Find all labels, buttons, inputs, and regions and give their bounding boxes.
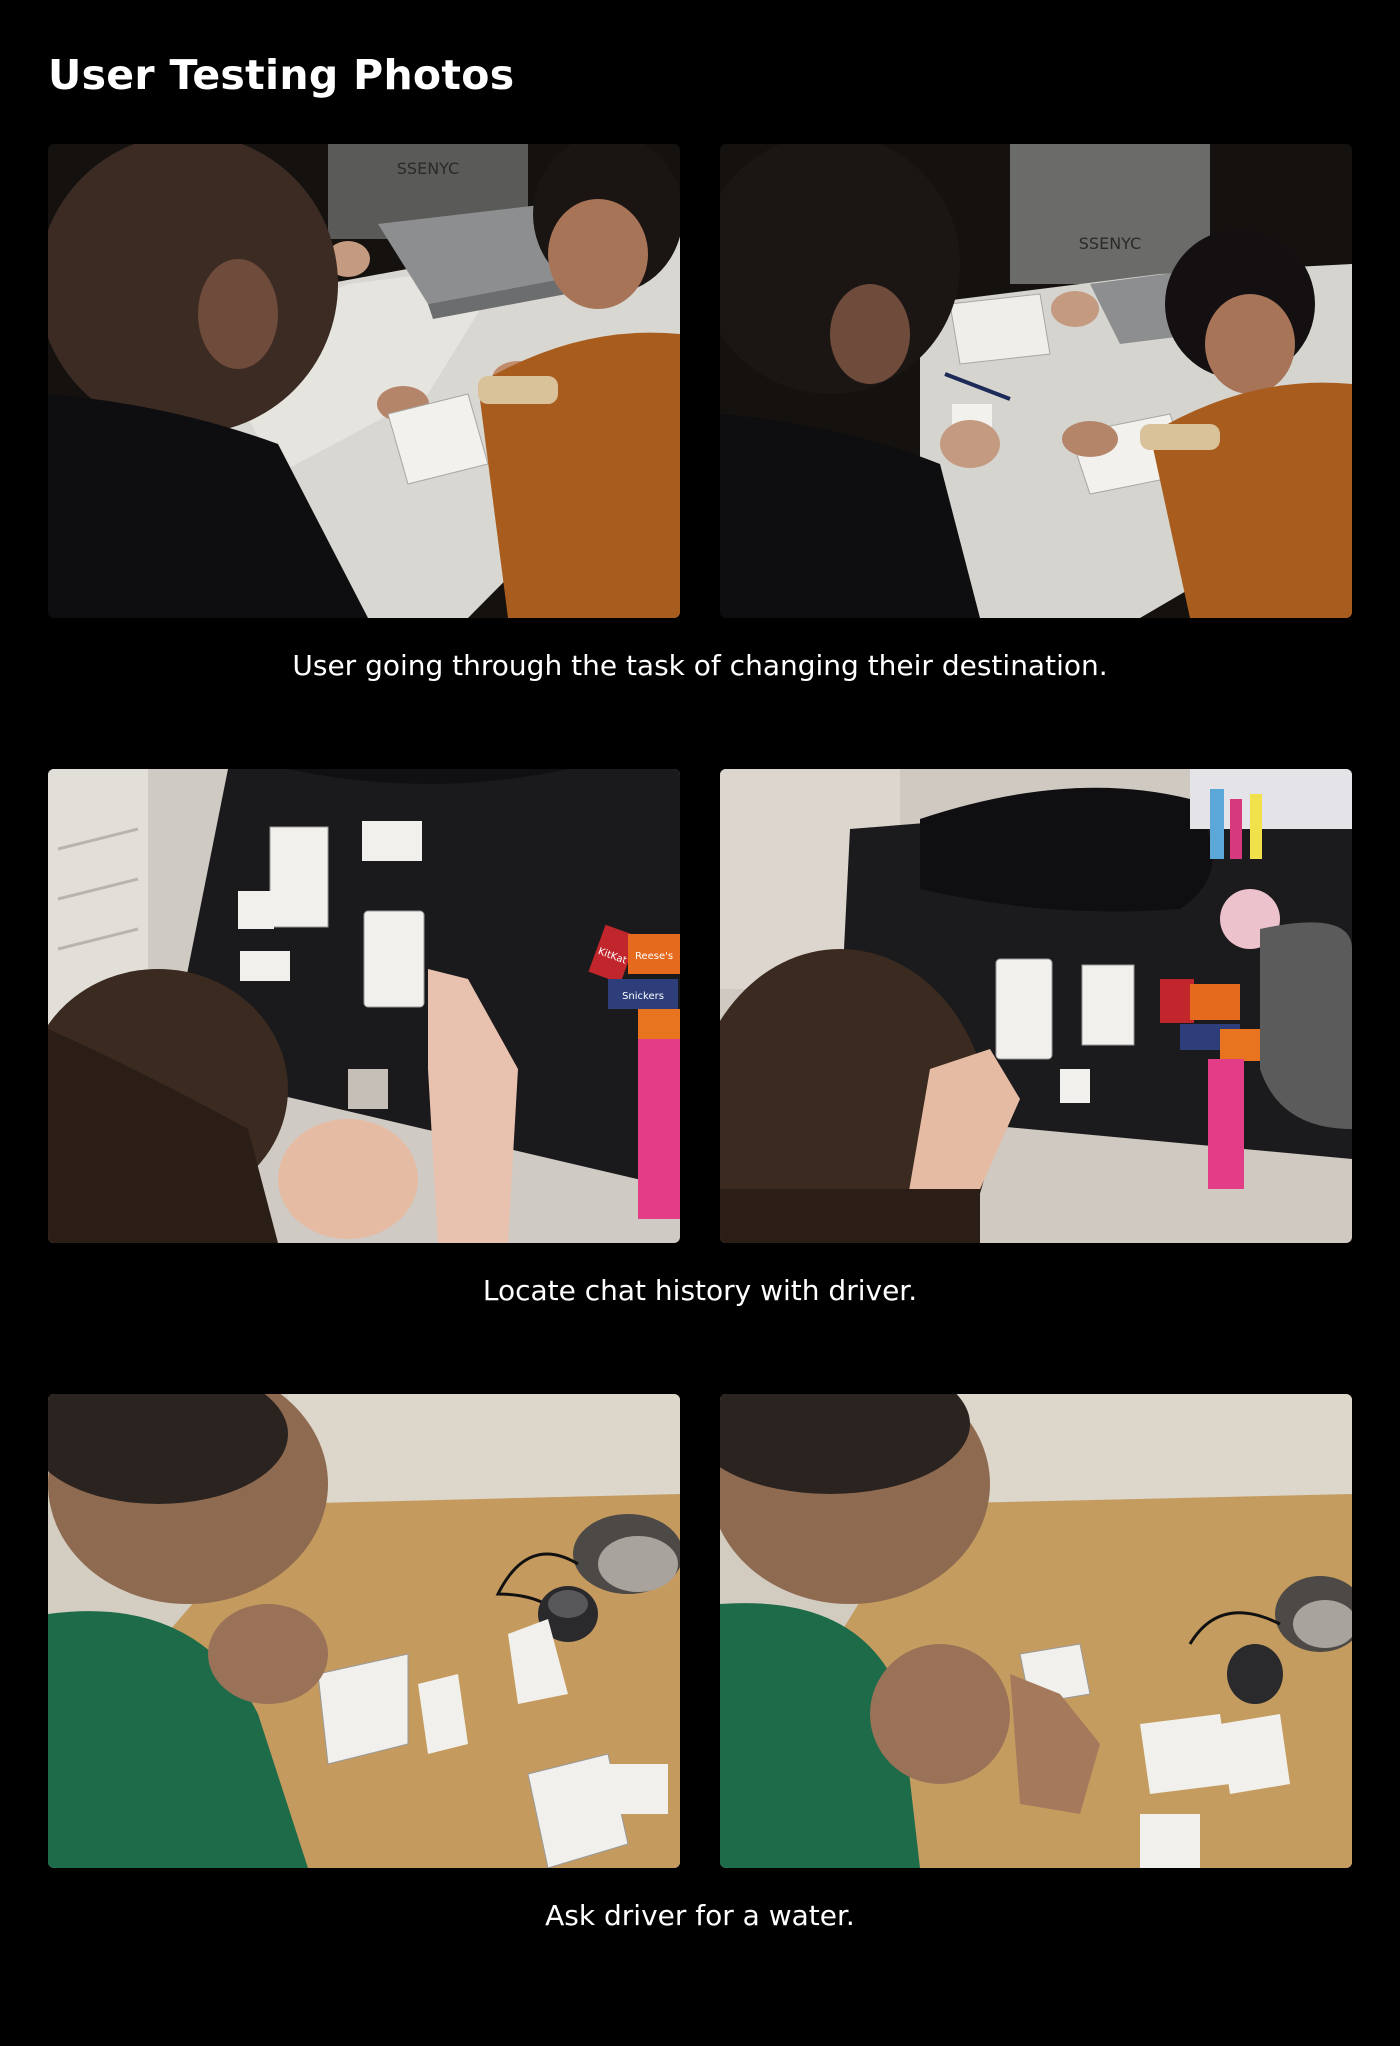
photo-section-3: Ask driver for a water. [48,1394,1352,1932]
photo-row [48,1394,1352,1868]
svg-text:SSENYC: SSENYC [1079,234,1141,253]
photo-user-testing-1b: SSENYC [720,144,1352,618]
candy-text-2: Reese's [635,951,673,962]
candy-text-3: Snickers [622,991,664,1002]
photo-caption: Ask driver for a water. [545,1899,855,1932]
hoodie-print-text: SSENYC [397,159,459,178]
photo-user-testing-2a: KitKat Reese's Snickers [48,769,680,1243]
photo-user-testing-1a: SSENYC [48,144,680,618]
photo-user-testing-3b [720,1394,1352,1868]
photo-caption: Locate chat history with driver. [482,1274,918,1307]
photo-row: KitKat Reese's Snickers [48,769,1352,1243]
photo-user-testing-2b [720,769,1352,1243]
photo-user-testing-3a [48,1394,680,1868]
photo-section-2: KitKat Reese's Snickers Locate chat hist… [48,769,1352,1307]
photo-section-1: SSENYC SSENYC User going through the tas… [48,144,1352,682]
photo-row: SSENYC SSENYC [48,144,1352,618]
photo-caption: User going through the task of changing … [292,649,1108,682]
page-title: User Testing Photos [48,51,515,99]
